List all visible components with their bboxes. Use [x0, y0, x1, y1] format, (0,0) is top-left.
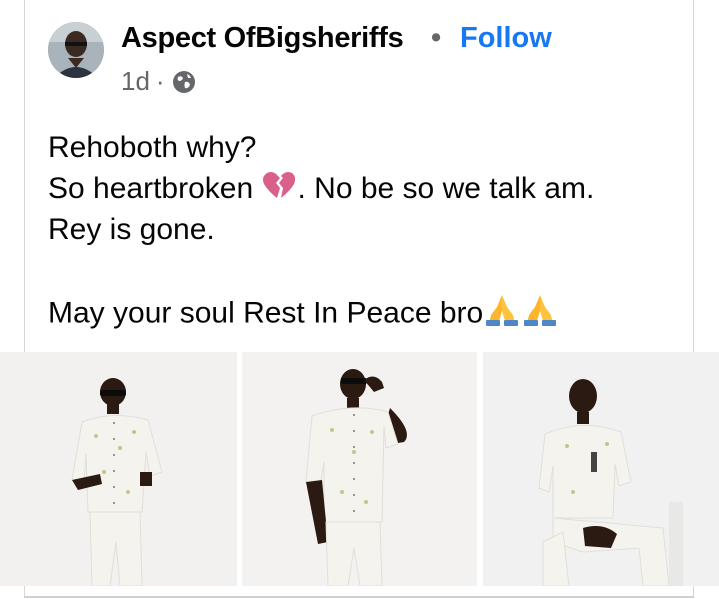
post-line-5-text: May your soul Rest In Peace bro — [48, 296, 484, 330]
card-bottom-divider — [24, 596, 694, 598]
follow-button[interactable]: Follow — [460, 22, 552, 55]
meta-separator: · — [155, 66, 165, 96]
broken-heart-icon — [261, 170, 297, 211]
post-line-1: Rehoboth why? — [48, 131, 257, 164]
author-avatar[interactable] — [48, 22, 104, 78]
post-line-2: So heartbroken . No be so we talk am. — [48, 168, 688, 209]
author-name[interactable]: Aspect OfBigsheriffs — [121, 22, 404, 55]
header-separator: • — [431, 22, 442, 54]
post-photo-2[interactable] — [242, 352, 477, 586]
folded-hands-icon — [521, 291, 559, 338]
globe-icon[interactable] — [171, 69, 197, 95]
folded-hands-icon — [483, 291, 521, 338]
post-line-2-end: . No be so we talk am. — [297, 172, 595, 205]
post-line-5: May your soul Rest In Peace bro — [48, 291, 688, 332]
card-border-left — [24, 0, 25, 352]
post-line-3: Rey is gone. — [48, 213, 215, 246]
post-photo-3[interactable] — [483, 352, 719, 586]
post-line-2-start: So heartbroken — [48, 172, 262, 205]
post-photo-1[interactable] — [0, 352, 237, 586]
post-timestamp[interactable]: 1d — [121, 66, 150, 97]
post-text: Rehoboth why? So heartbroken . No be so … — [48, 127, 688, 332]
post-meta: 1d · — [121, 66, 197, 97]
card-border-right — [693, 0, 694, 352]
post-blank-line — [48, 250, 688, 291]
